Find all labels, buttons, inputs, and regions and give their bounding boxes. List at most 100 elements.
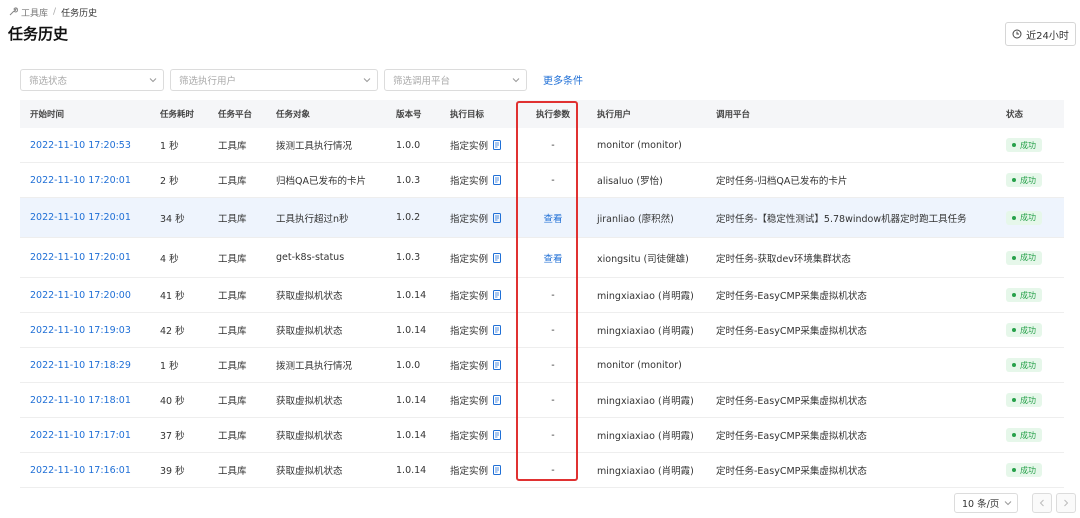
instance-detail-icon[interactable] — [493, 212, 502, 223]
params-cell: - — [551, 289, 555, 301]
table-row[interactable]: 2022-11-10 17:20:01 34 秒 工具库 工具执行超过n秒 1.0.2 指… — [20, 198, 1064, 238]
prev-page-button[interactable] — [1032, 493, 1052, 513]
table-row[interactable]: 2022-11-10 17:20:01 4 秒 工具库 get-k8s-status 1… — [20, 238, 1064, 278]
clock-icon — [1012, 29, 1022, 39]
pagination: 10 条/页 — [954, 493, 1076, 513]
version-cell: 1.0.3 — [396, 252, 421, 263]
instance-detail-icon[interactable] — [493, 430, 502, 440]
params-cell: - — [551, 324, 555, 336]
header-start-time[interactable]: 开始时间 — [20, 108, 150, 120]
table-row[interactable]: 2022-11-10 17:16:01 39 秒 工具库 获取虚拟机状态 1.0.14 指… — [20, 453, 1064, 488]
page-size-select[interactable]: 10 条/页 — [954, 493, 1018, 513]
platform-cell: 工具库 — [218, 253, 247, 265]
version-cell: 1.0.2 — [396, 212, 421, 223]
breadcrumb-parent[interactable]: 工具库 — [21, 6, 48, 19]
version-cell: 1.0.3 — [396, 174, 421, 186]
time-range-button[interactable]: 近24小时 — [1005, 22, 1076, 46]
instance-detail-icon[interactable] — [493, 360, 502, 370]
duration-cell: 1 秒 — [160, 361, 179, 372]
view-params-link[interactable]: 查看 — [543, 254, 562, 265]
caller-cell: 定时任务-【稳定性测试】5.78window机器定时跑工具任务 — [716, 213, 967, 225]
start-time-link[interactable]: 2022-11-10 17:16:01 — [30, 465, 131, 476]
target-cell: 指定实例 — [450, 361, 489, 372]
start-time-link[interactable]: 2022-11-10 17:19:03 — [30, 325, 131, 336]
chevron-left-icon — [1039, 499, 1044, 507]
start-time-link[interactable]: 2022-11-10 17:20:01 — [30, 212, 131, 223]
start-time-link[interactable]: 2022-11-10 17:20:01 — [30, 252, 131, 263]
status-badge: 成功 — [1006, 250, 1042, 265]
platform-cell: 工具库 — [218, 291, 247, 302]
platform-filter-select[interactable]: 筛选调用平台 — [384, 68, 527, 91]
filter-bar: 筛选状态 筛选执行用户 筛选调用平台 更多条件 — [20, 68, 583, 91]
status-filter-placeholder: 筛选状态 — [29, 75, 68, 87]
instance-detail-icon[interactable] — [493, 325, 502, 335]
start-time-link[interactable]: 2022-11-10 17:18:01 — [30, 395, 131, 406]
user-filter-placeholder: 筛选执行用户 — [179, 75, 237, 87]
page-title: 任务历史 — [8, 25, 69, 43]
target-cell: 指定实例 — [450, 291, 489, 302]
table-row[interactable]: 2022-11-10 17:17:01 37 秒 工具库 获取虚拟机状态 1.0.14 指… — [20, 418, 1064, 453]
object-cell: 获取虚拟机状态 — [276, 326, 343, 337]
table-row[interactable]: 2022-11-10 17:20:53 1 秒 工具库 拨测工具执行情况 1.0.0 指定… — [20, 128, 1064, 163]
instance-detail-icon[interactable] — [493, 175, 502, 185]
status-filter-select[interactable]: 筛选状态 — [20, 68, 164, 91]
header-duration[interactable]: 任务耗时 — [150, 108, 208, 120]
user-filter-select[interactable]: 筛选执行用户 — [170, 68, 378, 91]
table-row[interactable]: 2022-11-10 17:20:00 41 秒 工具库 获取虚拟机状态 1.0.14 指… — [20, 278, 1064, 313]
params-cell: - — [551, 394, 555, 406]
duration-cell: 34 秒 — [160, 213, 185, 225]
target-cell: 指定实例 — [450, 141, 489, 152]
table-row[interactable]: 2022-11-10 17:20:01 2 秒 工具库 归档QA已发布的卡片 1.0.3… — [20, 163, 1064, 198]
user-cell: xiongsitu (司徒健雄) — [597, 253, 689, 265]
caller-cell: 定时任务-EasyCMP采集虚拟机状态 — [716, 466, 867, 477]
params-cell: - — [551, 464, 555, 476]
platform-cell: 工具库 — [218, 396, 247, 407]
start-time-link[interactable]: 2022-11-10 17:20:01 — [30, 175, 131, 186]
object-cell: get-k8s-status — [276, 252, 345, 263]
status-label: 成功 — [1020, 395, 1036, 405]
instance-detail-icon[interactable] — [493, 395, 502, 405]
status-label: 成功 — [1020, 325, 1036, 335]
header-target: 执行目标 — [450, 110, 485, 120]
status-label: 成功 — [1020, 430, 1036, 440]
task-history-table: 开始时间 任务耗时 任务平台 任务对象 版本号 执行目标 执行参数 执行用户 调… — [20, 100, 1064, 488]
next-page-button[interactable] — [1056, 493, 1076, 513]
status-label: 成功 — [1020, 140, 1036, 150]
params-cell: - — [551, 174, 555, 186]
start-time-link[interactable]: 2022-11-10 17:17:01 — [30, 430, 131, 441]
view-params-link[interactable]: 查看 — [543, 214, 562, 225]
object-cell: 工具执行超过n秒 — [276, 213, 349, 225]
instance-detail-icon[interactable] — [493, 140, 502, 150]
user-cell: monitor (monitor) — [597, 359, 682, 371]
status-badge: 成功 — [1006, 138, 1042, 152]
more-conditions-link[interactable]: 更多条件 — [543, 72, 583, 87]
caller-cell: 定时任务-获取dev环境集群状态 — [716, 253, 851, 265]
start-time-link[interactable]: 2022-11-10 17:18:29 — [30, 360, 131, 371]
table-row[interactable]: 2022-11-10 17:18:29 1 秒 工具库 拨测工具执行情况 1.0.0 指定… — [20, 348, 1064, 383]
table-row[interactable]: 2022-11-10 17:18:01 40 秒 工具库 获取虚拟机状态 1.0.14 指… — [20, 383, 1064, 418]
object-cell: 获取虚拟机状态 — [276, 466, 343, 477]
table-row[interactable]: 2022-11-10 17:19:03 42 秒 工具库 获取虚拟机状态 1.0.14 指… — [20, 313, 1064, 348]
page-size-label: 10 条/页 — [962, 499, 1000, 510]
instance-detail-icon[interactable] — [493, 290, 502, 300]
user-cell: mingxiaxiao (肖明霞) — [597, 466, 694, 477]
user-cell: alisaluo (罗怡) — [597, 176, 663, 187]
target-cell: 指定实例 — [450, 431, 489, 442]
time-range-label: 近24小时 — [1026, 30, 1069, 42]
duration-cell: 39 秒 — [160, 466, 185, 477]
start-time-link[interactable]: 2022-11-10 17:20:53 — [30, 140, 131, 151]
breadcrumb-current: 任务历史 — [61, 8, 98, 19]
instance-detail-icon[interactable] — [493, 465, 502, 475]
header-caller: 调用平台 — [716, 110, 751, 120]
status-label: 成功 — [1020, 290, 1036, 300]
object-cell: 拨测工具执行情况 — [276, 141, 353, 152]
status-label: 成功 — [1020, 253, 1036, 262]
instance-detail-icon[interactable] — [493, 252, 502, 263]
caller-cell: 定时任务-EasyCMP采集虚拟机状态 — [716, 326, 867, 337]
user-cell: mingxiaxiao (肖明霞) — [597, 291, 694, 302]
params-cell: - — [551, 429, 555, 441]
status-badge: 成功 — [1006, 173, 1042, 187]
start-time-link[interactable]: 2022-11-10 17:20:00 — [30, 290, 131, 301]
caller-cell: 定时任务-EasyCMP采集虚拟机状态 — [716, 396, 867, 407]
chevron-right-icon — [1064, 499, 1069, 507]
